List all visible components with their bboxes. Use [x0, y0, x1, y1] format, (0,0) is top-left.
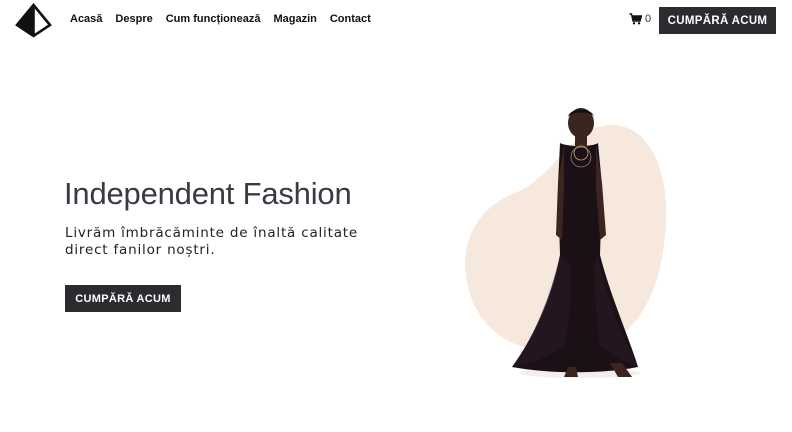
- site-header: Acasă Despre Cum funcționează Magazin Co…: [0, 0, 792, 42]
- nav-link-cum-functioneaza[interactable]: Cum funcționează: [166, 13, 261, 25]
- nav-link-magazin[interactable]: Magazin: [273, 13, 316, 25]
- hero-subtitle: Livrăm îmbrăcăminte de înaltă calitate d…: [65, 225, 358, 258]
- nav-link-acasa[interactable]: Acasă: [70, 13, 102, 25]
- logo-icon[interactable]: [15, 3, 52, 38]
- hero-model-image: [465, 108, 667, 378]
- main-nav: Acasă Despre Cum funcționează Magazin Co…: [70, 13, 384, 25]
- nav-link-despre[interactable]: Despre: [115, 13, 152, 25]
- header-buy-now-button[interactable]: CUMPĂRĂ ACUM: [659, 7, 776, 34]
- cart-count: 0: [645, 13, 652, 25]
- cart-icon: [629, 13, 642, 25]
- cart[interactable]: 0: [629, 13, 651, 25]
- hero-buy-now-button[interactable]: CUMPĂRĂ ACUM: [65, 285, 181, 312]
- hero-title: Independent Fashion: [64, 176, 352, 211]
- nav-link-contact[interactable]: Contact: [330, 13, 371, 25]
